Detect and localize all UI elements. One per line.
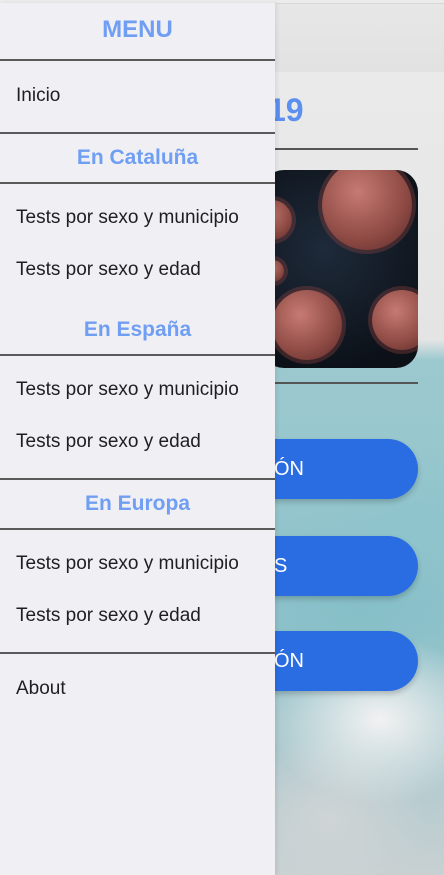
about-block: About — [0, 652, 275, 715]
virus-particle — [272, 290, 342, 360]
menu-item-espana-municipio[interactable]: Tests por sexo y municipio — [0, 364, 275, 416]
section-links-espana: Tests por sexo y municipio Tests por sex… — [0, 356, 275, 478]
section-links-cataluna: Tests por sexo y municipio Tests por sex… — [0, 184, 275, 306]
virus-particle — [322, 170, 412, 250]
menu-title: MENU — [0, 3, 275, 61]
menu-item-espana-edad[interactable]: Tests por sexo y edad — [0, 416, 275, 468]
section-heading-europa: En Europa — [0, 478, 275, 530]
section-heading-espana: En España — [0, 306, 275, 356]
image-divider — [268, 382, 418, 384]
virus-particle — [372, 290, 418, 350]
virus-image — [262, 170, 418, 368]
background-button-label: ÓN — [274, 458, 304, 480]
menu-item-cataluna-edad[interactable]: Tests por sexo y edad — [0, 244, 275, 296]
menu-item-inicio[interactable]: Inicio — [0, 70, 275, 122]
heading-divider — [268, 148, 418, 150]
menu-item-europa-municipio[interactable]: Tests por sexo y municipio — [0, 538, 275, 590]
menu-item-about[interactable]: About — [0, 663, 275, 715]
section-links-europa: Tests por sexo y municipio Tests por sex… — [0, 530, 275, 652]
background-button-label: S — [274, 555, 288, 577]
menu-item-cataluna-municipio[interactable]: Tests por sexo y municipio — [0, 192, 275, 244]
background-button-label: ÓN — [274, 650, 304, 672]
section-heading-cataluna: En Cataluña — [0, 132, 275, 184]
navigation-drawer: MENU Inicio En Cataluña Tests por sexo y… — [0, 3, 275, 875]
menu-item-europa-edad[interactable]: Tests por sexo y edad — [0, 590, 275, 642]
